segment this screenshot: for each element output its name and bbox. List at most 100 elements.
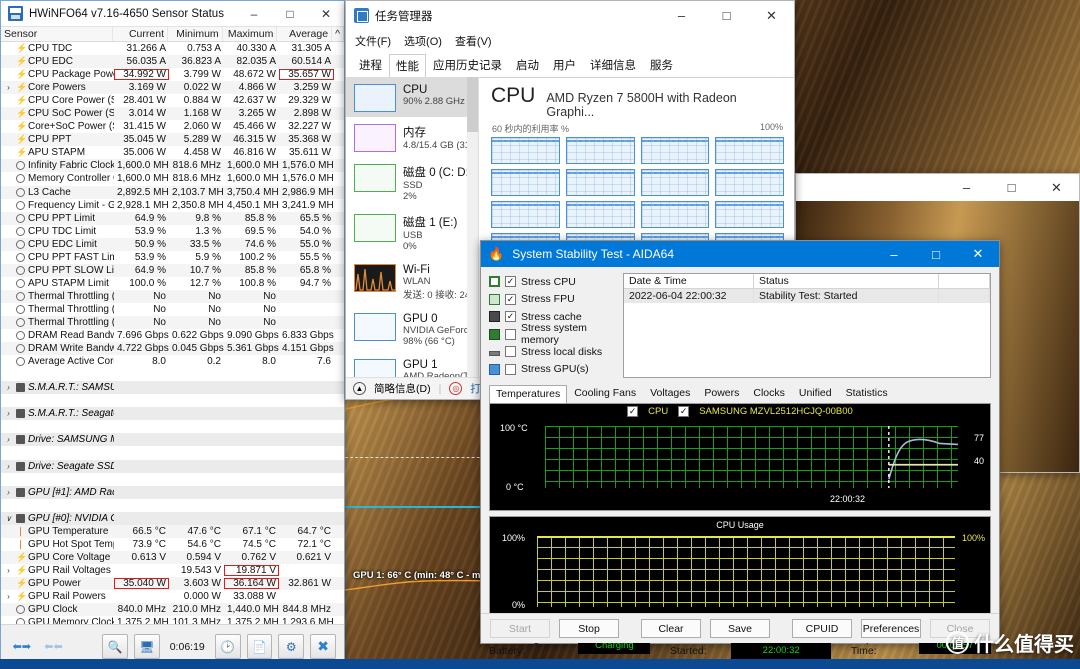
tab-clocks[interactable]: Clocks [746, 384, 792, 403]
table-row[interactable]: ❘ GPU Temperature 66.5 °C 47.6 °C 67.1 °C 64.… [1, 524, 344, 538]
stress-option-gpu[interactable]: Stress GPU(s) [489, 361, 614, 379]
stress-option-cpu[interactable]: ✓ Stress CPU [489, 273, 614, 291]
table-row[interactable]: Thermal Throttling (PRO... No No No [1, 315, 344, 330]
sensor-group-row[interactable]: › Drive: SAMSUNG MZVL25... [1, 433, 344, 447]
tab-voltages[interactable]: Voltages [643, 384, 697, 403]
chevron-right-icon[interactable]: › [4, 409, 13, 418]
minimize-icon[interactable]: – [236, 1, 272, 27]
chevron-right-icon[interactable]: › [4, 488, 13, 497]
temperature-chart-legend[interactable]: ✓ CPU ✓ SAMSUNG MZVL2512HCJQ-00B00 [490, 406, 990, 417]
brief-info-button[interactable]: 简略信息(D) [374, 381, 431, 396]
chevron-right-icon[interactable]: › [4, 383, 13, 392]
chevron-right-icon[interactable]: › [4, 435, 13, 444]
arrows-forward-icon[interactable]: ⬅➡ [9, 634, 35, 659]
task-manager-menubar[interactable]: 文件(F) 选项(O) 查看(V) [346, 30, 794, 53]
table-row[interactable]: Infinity Fabric Clock (FCLK)1,600.0 MHz8… [1, 159, 344, 173]
table-row[interactable]: › ⚡ GPU Rail Voltages 19.543 V 19.871 V [1, 564, 344, 577]
chevron-up-icon[interactable]: ▲ [353, 382, 366, 395]
table-row[interactable]: Thermal Throttling (PRO... No No No [1, 303, 344, 316]
tab-cooling-fans[interactable]: Cooling Fans [567, 384, 643, 403]
sidebar-item-disk0[interactable]: 磁盘 0 (C: D:) SSD 2% [346, 157, 478, 207]
column-header-average[interactable]: Average [277, 27, 333, 41]
chevron-down-icon[interactable]: ∨ [4, 514, 13, 523]
stress-option-memory[interactable]: Stress system memory [489, 322, 614, 346]
hwinfo-window[interactable]: HWiNFO64 v7.16-4650 Sensor Status – □ ✕ … [0, 0, 345, 669]
sensor-group-row[interactable]: › GPU [#1]: AMD Radeon ... [1, 485, 344, 499]
scroll-up-arrow[interactable]: ^ [332, 27, 345, 41]
table-row[interactable]: ⚡ CPU Package Power 34.992 W 3.799 W 48.672 … [1, 68, 344, 81]
preferences-button[interactable]: Preferences [861, 619, 921, 638]
sensor-group-row[interactable]: › Drive: Seagate SSD (7PZ... [1, 459, 344, 473]
maximize-icon[interactable]: □ [989, 174, 1034, 201]
close-icon[interactable]: ✕ [957, 241, 999, 267]
screenshot-icon[interactable]: 🔍 [102, 634, 128, 659]
legend-cpu-checkbox[interactable]: ✓ [627, 406, 639, 417]
minimize-icon[interactable]: – [659, 1, 704, 30]
sidebar-scrollbar[interactable] [467, 77, 478, 399]
table-row[interactable]: DRAM Read Bandwidth7.696 Gbps0.622 Gbps9… [1, 329, 344, 342]
tab-powers[interactable]: Powers [697, 384, 746, 403]
menu-view[interactable]: 查看(V) [455, 33, 492, 49]
table-row[interactable]: APU STAPM Limit 100.0 % 12.7 % 100.8 % 94.7 … [1, 277, 344, 290]
report-icon[interactable]: 📄 [246, 634, 273, 659]
table-row[interactable]: L3 Cache 2,892.5 MHz 2,103.7 MHz 3,750.4 MH… [1, 185, 344, 199]
table-row[interactable]: ❘GPU Hot Spot Temperature 73.9 °C 54.6 °C 7… [1, 538, 344, 551]
tab-details[interactable]: 详细信息 [583, 53, 643, 77]
tab-unified[interactable]: Unified [792, 384, 839, 403]
hwinfo-window-controls[interactable]: – □ ✕ [236, 1, 344, 26]
maximize-icon[interactable]: □ [915, 241, 957, 267]
resource-monitor-icon[interactable]: ◎ [449, 382, 463, 395]
stress-gpu-checkbox[interactable] [505, 363, 516, 375]
table-row[interactable]: › ⚡ Core Powers 3.169 W 0.022 W 4.866 W 3.259 … [1, 81, 344, 95]
task-manager-controls[interactable]: – □ ✕ [659, 1, 794, 30]
sensor-group-row[interactable]: › S.M.A.R.T.: SAMSUNG M... [1, 381, 344, 395]
sidebar-item-gpu0[interactable]: GPU 0 NVIDIA GeForce... 98% (66 °C) [346, 306, 478, 352]
table-row[interactable]: GPU Clock 840.0 MHz 210.0 MHz 1,440.0 MHz 84… [1, 603, 344, 617]
status-log-table[interactable]: Date & Time Status 2022-06-04 22:00:32 S… [623, 273, 991, 378]
stress-cache-checkbox[interactable]: ✓ [505, 311, 516, 323]
table-row[interactable]: Average Active Core Count 8.0 0.2 8.0 7.6 [1, 355, 344, 368]
sensor-group-row[interactable]: ∨ GPU [#0]: NVIDIA GeFor... [1, 511, 344, 525]
tab-app-history[interactable]: 应用历史记录 [426, 53, 509, 77]
close-icon[interactable]: ✖ [310, 634, 337, 659]
save-button[interactable]: Save [710, 619, 770, 638]
tab-services[interactable]: 服务 [643, 53, 680, 77]
table-row[interactable]: 2022-06-04 22:00:32 Stability Test: Star… [624, 289, 990, 303]
stress-options-list[interactable]: ✓ Stress CPU ✓ Stress FPU ✓ Stress cache… [489, 273, 614, 378]
start-button[interactable]: Start [490, 619, 550, 638]
clear-button[interactable]: Clear [641, 619, 701, 638]
maximize-icon[interactable]: □ [704, 1, 749, 30]
aida64-window-controls[interactable]: – □ ✕ [873, 241, 999, 267]
tab-users[interactable]: 用户 [546, 53, 583, 77]
sidebar-item-disk1[interactable]: 磁盘 1 (E:) USB 0% [346, 207, 478, 257]
chevron-right-icon[interactable]: › [4, 462, 13, 471]
table-row[interactable]: CPU PPT FAST Limit 53.9 % 5.9 % 100.2 % 55.5… [1, 251, 344, 264]
task-manager-tabs[interactable]: 进程 性能 应用历史记录 启动 用户 详细信息 服务 [346, 53, 794, 78]
aida64-button-bar[interactable]: Start Stop Clear Save CPUID Preferences … [481, 613, 999, 643]
windows-taskbar[interactable] [0, 659, 1080, 669]
table-row[interactable]: DRAM Write Bandwidth4.722 Gbps0.045 Gbps… [1, 342, 344, 356]
menu-file[interactable]: 文件(F) [355, 33, 391, 49]
performance-sidebar[interactable]: CPU 90% 2.88 GHz 内存 4.8/15.4 GB (31%) 磁盘… [346, 77, 479, 399]
close-icon[interactable]: ✕ [749, 1, 794, 30]
table-row[interactable]: ⚡ CPU EDC 56.035 A 36.823 A 82.035 A 60.514 A [1, 55, 344, 69]
chevron-right-icon[interactable]: › [4, 566, 13, 575]
table-row[interactable]: ⚡Core+SoC Power (SVI2 T... 31.415 W 2.060 … [1, 120, 344, 133]
table-row[interactable]: CPU PPT SLOW Limit 64.9 % 10.7 % 85.8 % 65.8… [1, 263, 344, 277]
column-header-current[interactable]: Current [113, 27, 168, 41]
gear-icon[interactable]: ⚙ [278, 634, 305, 659]
sensor-group-row[interactable]: › S.M.A.R.T.: Seagate SS... [1, 407, 344, 421]
tab-startup[interactable]: 启动 [509, 53, 546, 77]
chevron-right-icon[interactable]: › [4, 592, 13, 601]
tab-statistics[interactable]: Statistics [839, 384, 895, 403]
column-header-maximum[interactable]: Maximum [223, 27, 278, 41]
stress-option-disks[interactable]: Stress local disks [489, 343, 614, 361]
table-row[interactable]: ⚡ GPU Core Voltage 0.613 V 0.594 V 0.762 V 0.… [1, 550, 344, 564]
table-row[interactable]: CPU EDC Limit 50.9 % 33.5 % 74.6 % 55.0 % [1, 237, 344, 251]
close-icon[interactable]: ✕ [1034, 174, 1079, 201]
table-row[interactable]: ⚡ CPU PPT 35.045 W 5.289 W 46.315 W 35.368 W [1, 133, 344, 147]
minimize-icon[interactable]: – [873, 241, 915, 267]
tab-performance[interactable]: 性能 [389, 54, 426, 78]
network-icon[interactable]: 🖥 [133, 634, 160, 659]
minimize-icon[interactable]: – [944, 174, 989, 201]
